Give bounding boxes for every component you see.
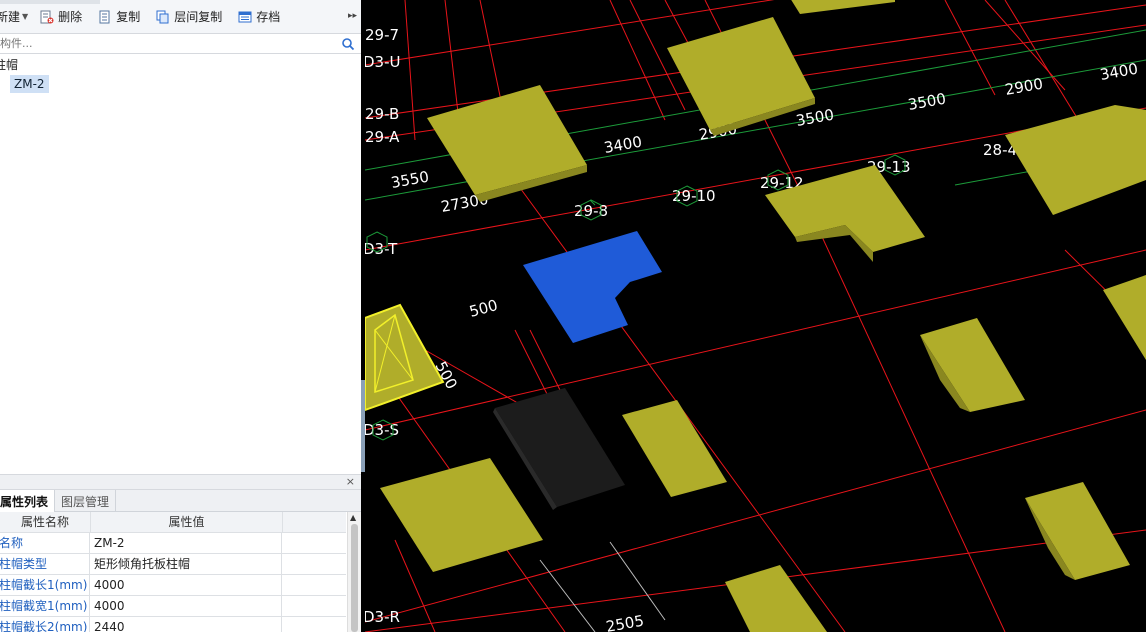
copy-button[interactable]: 复制 (94, 5, 144, 29)
table-row[interactable]: 名称 ZM-2 (0, 533, 346, 554)
property-name: 柱帽截宽1(mm) (0, 596, 90, 616)
property-table: 属性名称 属性值 名称 ZM-2 柱帽类型 矩形倾角托板柱帽 柱帽截长1(mm)… (0, 512, 346, 632)
bottom-tabs: 属性列表 图层管理 (0, 490, 361, 512)
new-button-label: 新建 (0, 10, 21, 24)
dimension-label: 2900 (1004, 75, 1045, 99)
new-button[interactable]: 新建 ▼ (0, 5, 36, 29)
save-button-label: 存档 (256, 10, 281, 24)
table-row[interactable]: 柱帽截宽1(mm) 4000 (0, 596, 346, 617)
property-value[interactable]: 4000 (90, 575, 282, 595)
axis-label: 29-8 (574, 202, 608, 220)
dimension-label: 3550 (390, 168, 431, 192)
close-icon[interactable]: × (346, 475, 355, 488)
tree-category-column-cap[interactable]: 柱帽 (0, 56, 18, 73)
component-panel: 新建 ▼ 删除 复制 层间复制 存档 ▸▸ 搜索构件... 柱帽 ZM-2 × … (0, 0, 361, 632)
selected-column-cap-zm-2[interactable] (523, 231, 662, 343)
property-name: 柱帽截长2(mm) (0, 617, 90, 632)
table-row[interactable]: 柱帽截长2(mm) 2440 (0, 617, 346, 632)
column-caps (380, 0, 1146, 632)
dimension-label: 2505 (605, 612, 646, 632)
panel-splitter[interactable]: × (0, 474, 361, 490)
header-value: 属性值 (91, 512, 283, 532)
chevron-down-icon[interactable]: ▼ (22, 12, 28, 21)
tab-property-list[interactable]: 属性列表 (0, 490, 56, 512)
floor-copy-icon (156, 10, 170, 24)
axis-label: D3-U (365, 53, 401, 71)
dimension-label: 3500 (795, 106, 836, 130)
dimension-label: 500 (467, 296, 499, 321)
property-value[interactable]: ZM-2 (90, 533, 282, 553)
model-canvas[interactable]: 29-7 D3-U 29-B 29-A D3-T D3-S D3-R 29-8 … (365, 0, 1146, 632)
property-value[interactable]: 4000 (90, 596, 282, 616)
dimension-label: 3500 (907, 90, 948, 114)
component-tree: 柱帽 ZM-2 (0, 54, 361, 474)
column-cap[interactable] (725, 565, 827, 632)
property-name: 名称 (0, 533, 90, 553)
floor-copy-button[interactable]: 层间复制 (152, 5, 226, 29)
scrollbar-thumb[interactable] (351, 524, 358, 632)
reference-lines (539, 541, 666, 632)
table-row[interactable]: 柱帽类型 矩形倾角托板柱帽 (0, 554, 346, 575)
axis-label: 29-A (365, 128, 400, 146)
search-icon[interactable] (341, 37, 355, 51)
delete-icon (40, 10, 54, 24)
property-table-header: 属性名称 属性值 (0, 512, 346, 533)
table-row[interactable]: 柱帽截长1(mm) 4000 (0, 575, 346, 596)
column-cap[interactable] (920, 318, 1025, 412)
dimension-label: 3400 (1099, 60, 1140, 84)
axis-label: D3-S (365, 421, 399, 439)
column-cap[interactable] (667, 17, 815, 136)
property-value[interactable]: 2440 (90, 617, 282, 632)
copy-icon (98, 10, 112, 24)
toolbar-overflow-icon[interactable]: ▸▸ (348, 11, 357, 21)
column-cap[interactable] (1025, 482, 1130, 580)
tab-property-list-label: 属性列表 (0, 495, 49, 509)
axis-label: 29-7 (365, 26, 399, 44)
highlighted-column-cap[interactable] (365, 303, 445, 412)
tab-layer-management[interactable]: 图层管理 (55, 490, 117, 512)
property-name: 柱帽截长1(mm) (0, 575, 90, 595)
3d-viewport[interactable]: 29-7 D3-U 29-B 29-A D3-T D3-S D3-R 29-8 … (365, 0, 1146, 632)
property-scrollbar[interactable]: ▲ (347, 512, 361, 632)
header-name: 属性名称 (0, 512, 91, 532)
panel-tab-stub (0, 0, 100, 4)
property-value[interactable]: 矩形倾角托板柱帽 (90, 554, 282, 574)
column-cap[interactable] (1005, 105, 1146, 215)
ghost-column-cap[interactable] (493, 388, 625, 510)
floor-copy-button-label: 层间复制 (174, 10, 223, 24)
tab-layer-management-label: 图层管理 (61, 495, 110, 509)
save-button[interactable]: 存档 (234, 5, 284, 29)
column-cap[interactable] (380, 458, 543, 572)
axis-label: 29-B (365, 105, 399, 123)
delete-button[interactable]: 删除 (36, 5, 86, 29)
column-cap[interactable] (1103, 275, 1146, 360)
property-name: 柱帽类型 (0, 554, 90, 574)
tree-item-zm-2[interactable]: ZM-2 (10, 75, 49, 93)
save-icon (238, 10, 252, 24)
component-toolbar: 新建 ▼ 删除 复制 层间复制 存档 ▸▸ (0, 0, 361, 34)
delete-button-label: 删除 (58, 10, 83, 24)
scroll-up-icon[interactable]: ▲ (350, 513, 356, 522)
search-input[interactable] (0, 35, 330, 52)
column-cap[interactable] (790, 0, 895, 14)
axis-label: D3-R (365, 608, 400, 626)
search-bar (0, 34, 361, 54)
dimension-label: 3400 (603, 133, 644, 157)
copy-button-label: 复制 (116, 10, 141, 24)
